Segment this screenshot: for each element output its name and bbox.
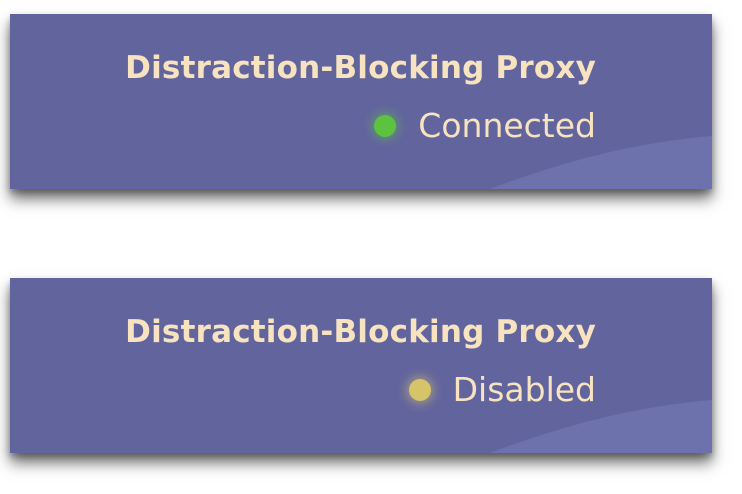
status-label: Disabled	[452, 370, 596, 409]
status-row: Connected	[374, 106, 596, 145]
decorative-wave	[490, 136, 712, 189]
proxy-status-card-disabled[interactable]: Distraction-Blocking Proxy Disabled	[10, 278, 712, 453]
card-title: Distraction-Blocking Proxy	[125, 314, 596, 350]
status-dot-icon	[408, 378, 431, 401]
card-title: Distraction-Blocking Proxy	[125, 50, 596, 86]
decorative-wave	[490, 400, 712, 453]
status-label: Connected	[418, 106, 596, 145]
status-row: Disabled	[408, 370, 596, 409]
proxy-status-card-connected[interactable]: Distraction-Blocking Proxy Connected	[10, 14, 712, 189]
status-dot-icon	[374, 114, 397, 137]
